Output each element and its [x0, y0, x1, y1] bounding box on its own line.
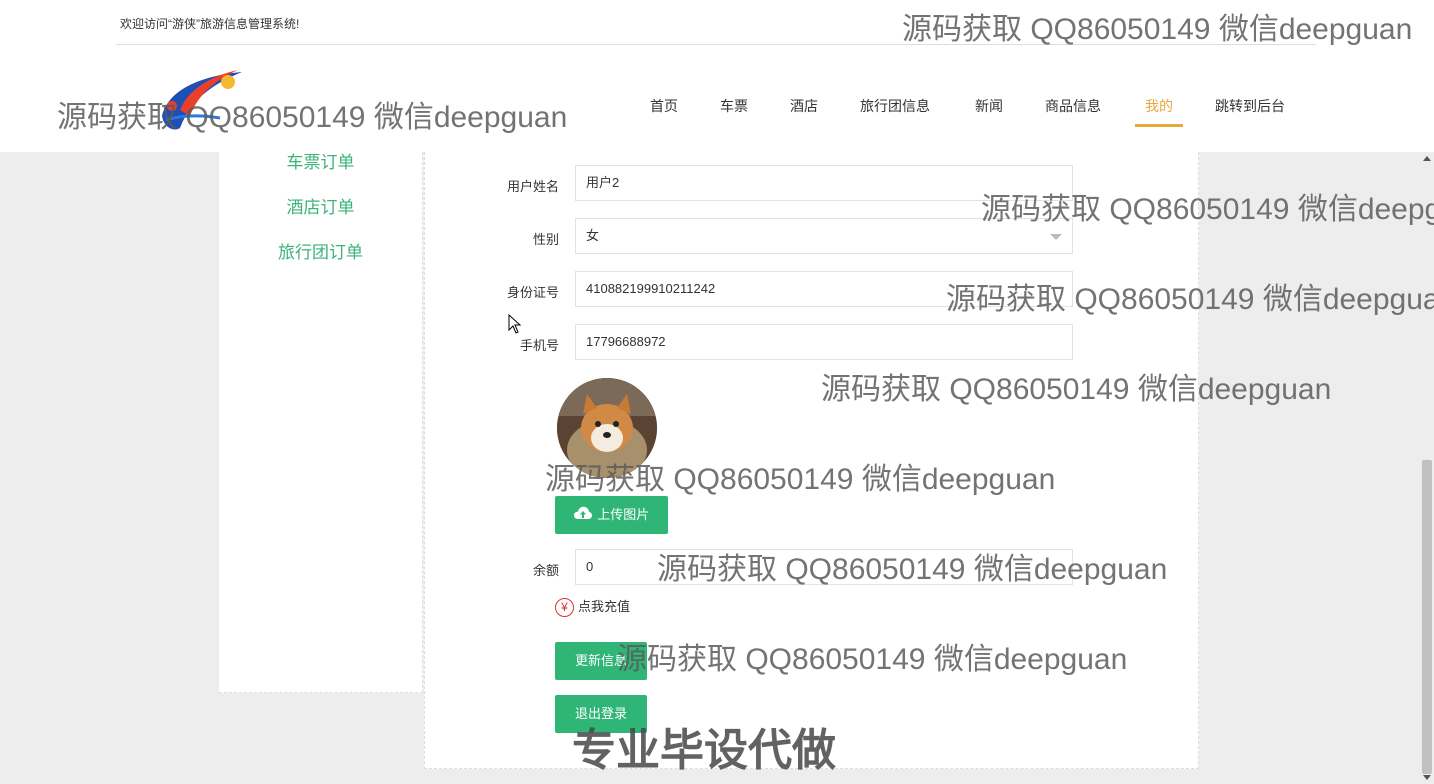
- id-label: 身份证号: [506, 285, 559, 300]
- balance-label: 余额: [532, 563, 559, 578]
- nav-hotels[interactable]: 酒店: [790, 96, 818, 124]
- sidebar: 车票订单 酒店订单 旅行团订单: [219, 152, 423, 693]
- nav-tour-groups[interactable]: 旅行团信息: [860, 96, 930, 124]
- sidebar-item-hotel-orders[interactable]: 酒店订单: [219, 193, 422, 218]
- mouse-cursor-icon: [508, 314, 522, 334]
- upload-image-label: 上传图片: [597, 507, 650, 522]
- scroll-up-icon[interactable]: [1423, 156, 1431, 161]
- gender-value: 女: [586, 228, 600, 243]
- nav-products[interactable]: 商品信息: [1045, 96, 1101, 124]
- recharge-link[interactable]: ¥ 点我充值: [555, 596, 631, 618]
- header-divider: [116, 44, 1316, 45]
- gender-select[interactable]: 女: [575, 218, 1073, 254]
- name-input[interactable]: 用户2: [575, 165, 1073, 201]
- site-logo[interactable]: [158, 66, 248, 136]
- yuan-icon: ¥: [555, 598, 574, 618]
- gender-label: 性别: [532, 232, 559, 247]
- update-info-button[interactable]: 更新信息: [555, 642, 647, 680]
- scrollbar-thumb[interactable]: [1422, 460, 1432, 774]
- chevron-down-icon: [1050, 234, 1062, 240]
- nav-tickets[interactable]: 车票: [720, 96, 748, 124]
- nav-home[interactable]: 首页: [650, 96, 678, 124]
- nav-admin[interactable]: 跳转到后台: [1215, 96, 1285, 124]
- logout-button[interactable]: 退出登录: [555, 695, 647, 733]
- name-label: 用户姓名: [506, 179, 559, 194]
- top-header: 欢迎访问“游侠”旅游信息管理系统! 首页 车票 酒店 旅行团信息 新闻 商品信息…: [0, 0, 1434, 152]
- avatar: [557, 378, 657, 478]
- phone-input[interactable]: 17796688972: [575, 324, 1073, 360]
- scroll-down-icon[interactable]: [1423, 775, 1431, 780]
- cloud-upload-icon: [573, 497, 592, 535]
- profile-form: 用户姓名 用户2 性别 女 身份证号 410882199910211242 手机…: [424, 152, 1199, 769]
- sidebar-item-tour-orders[interactable]: 旅行团订单: [219, 238, 422, 263]
- recharge-label: 点我充值: [578, 599, 631, 614]
- nav-mine[interactable]: 我的: [1135, 96, 1183, 127]
- balance-input[interactable]: 0: [575, 549, 1073, 585]
- phone-label: 手机号: [519, 338, 559, 353]
- sidebar-item-ticket-orders[interactable]: 车票订单: [219, 148, 422, 173]
- upload-image-button[interactable]: 上传图片: [555, 496, 668, 534]
- id-input[interactable]: 410882199910211242: [575, 271, 1073, 307]
- welcome-text: 欢迎访问“游侠”旅游信息管理系统!: [120, 17, 300, 31]
- nav-news[interactable]: 新闻: [975, 96, 1003, 124]
